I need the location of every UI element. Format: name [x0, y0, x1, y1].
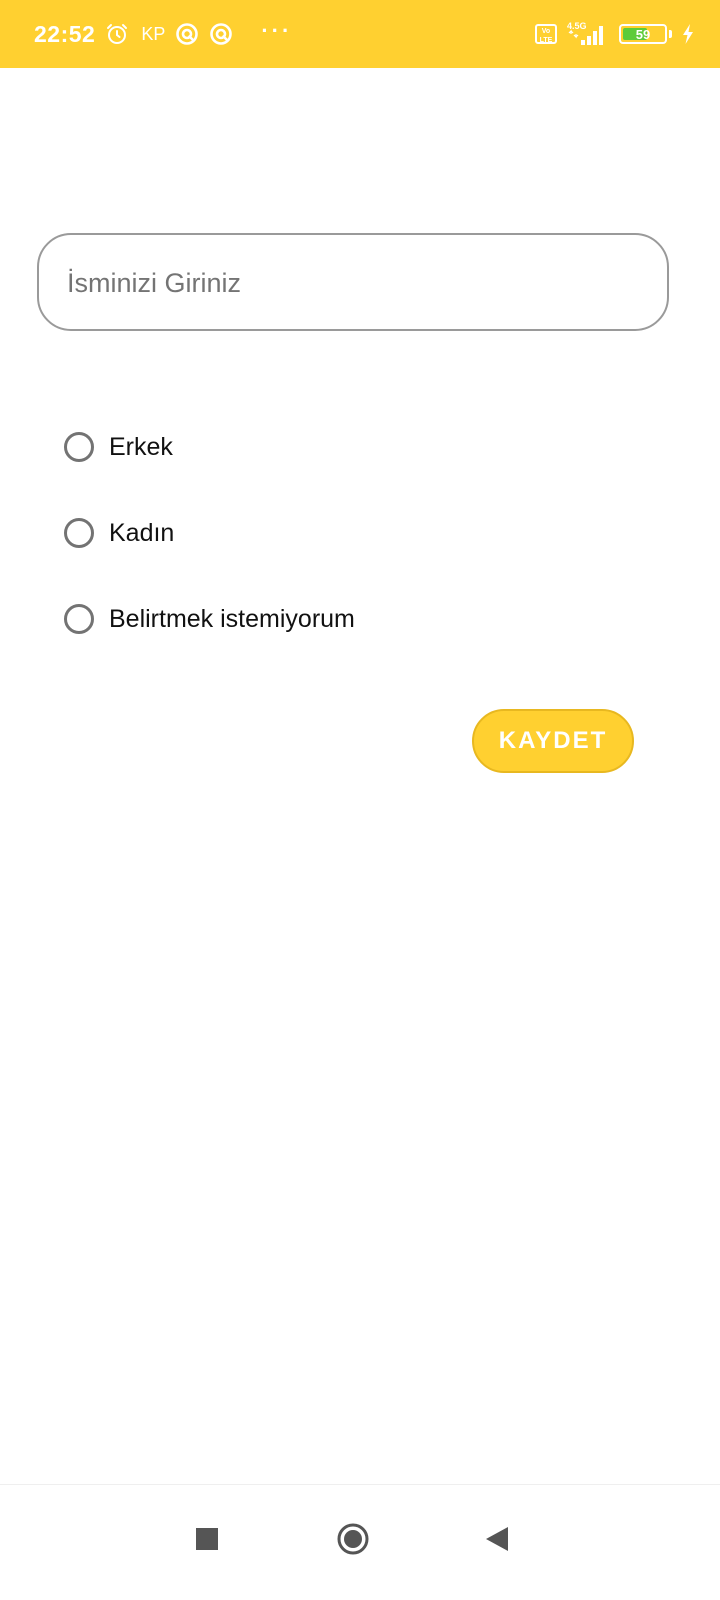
navigation-bar: [0, 1484, 720, 1600]
more-notifications-icon: ···: [261, 18, 293, 43]
app-screen: 22:52 KP ··· Vo LTE 4.5G 59 İsminizi Gir…: [0, 0, 720, 1600]
radio-label-belirtmek-istemiyorum: Belirtmek istemiyorum: [109, 604, 355, 633]
status-bar: 22:52 KP ··· Vo LTE 4.5G 59: [0, 0, 720, 68]
recents-square-icon[interactable]: [177, 1509, 237, 1569]
app-notification-icon: [175, 22, 199, 46]
radio-button-erkek[interactable]: [64, 432, 94, 462]
signal-icon: 4.5G: [567, 21, 609, 47]
home-circle-icon[interactable]: [323, 1509, 383, 1569]
alarm-icon: [105, 22, 129, 46]
radio-button-belirtmek-istemiyorum[interactable]: [64, 604, 94, 634]
save-button[interactable]: KAYDET: [472, 709, 634, 773]
name-input[interactable]: [65, 235, 639, 331]
status-bar-left: 22:52 KP ···: [34, 0, 292, 68]
volte-icon: Vo LTE: [535, 24, 557, 44]
radio-option-kadin[interactable]: Kadın: [64, 513, 174, 553]
battery-level: 59: [635, 26, 651, 42]
status-bar-right: Vo LTE 4.5G 59: [535, 0, 694, 68]
carrier-label: KP: [141, 23, 166, 44]
app-notification-icon: [209, 22, 233, 46]
network-type-label: 4.5G: [567, 21, 587, 31]
radio-option-belirtmek-istemiyorum[interactable]: Belirtmek istemiyorum: [64, 599, 355, 639]
radio-label-erkek: Erkek: [109, 432, 173, 461]
battery-icon: 59: [619, 24, 667, 44]
back-triangle-icon[interactable]: [467, 1509, 527, 1569]
battery-tip: [669, 30, 672, 38]
radio-button-kadin[interactable]: [64, 518, 94, 548]
charging-icon: [682, 24, 694, 44]
status-time: 22:52: [34, 20, 96, 47]
name-field[interactable]: [37, 233, 669, 331]
radio-option-erkek[interactable]: Erkek: [64, 427, 173, 467]
radio-label-kadin: Kadın: [109, 518, 175, 547]
